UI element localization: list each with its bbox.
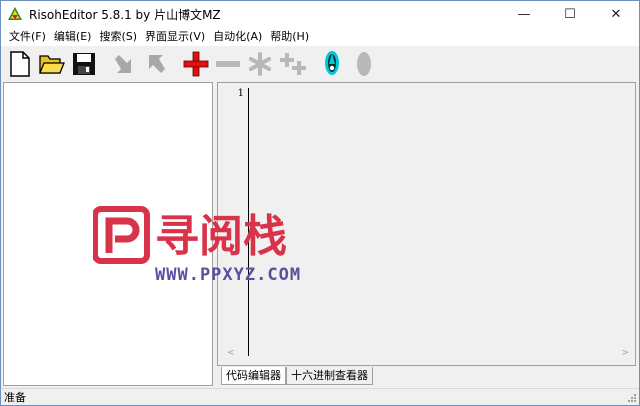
cancel-ellipse-icon (357, 51, 371, 76)
delete-minus-icon (216, 60, 240, 67)
scroll-left-icon[interactable]: < (227, 348, 235, 358)
title-bar[interactable]: RisohEditor 5.8.1 by 片山博文MZ — ☐ ✕ (1, 1, 639, 27)
edit-resource-button[interactable] (245, 49, 275, 79)
watermark-logo-icon: 寻阅栈 (92, 206, 287, 264)
status-text: 准备 (4, 391, 26, 404)
resize-grip-icon[interactable] (627, 393, 637, 403)
cross-plus-icon (280, 52, 306, 75)
window-title: RisohEditor 5.8.1 by 片山博文MZ (29, 7, 221, 22)
menu-search[interactable]: 搜索(S) (95, 27, 141, 46)
horizontal-scrollbar[interactable]: < > (223, 348, 631, 362)
menu-help[interactable]: 帮助(H) (266, 27, 313, 46)
compile-rocket-icon (325, 50, 339, 75)
save-disk-icon (73, 52, 95, 75)
watermark-logo: 寻阅栈 WWW.PPXYZ.COM (92, 205, 333, 291)
menu-automation[interactable]: 自动化(A) (209, 27, 266, 46)
close-button[interactable]: ✕ (593, 1, 639, 27)
open-folder-icon (39, 54, 65, 74)
tab-hex-viewer[interactable]: 十六进制查看器 (286, 367, 373, 385)
cancel-compile-button[interactable] (349, 49, 379, 79)
compile-button[interactable] (317, 49, 347, 79)
watermark-text: 寻阅栈 (155, 211, 287, 262)
export-button[interactable] (141, 49, 171, 79)
save-button[interactable] (69, 49, 99, 79)
app-logo-icon (8, 7, 22, 20)
maximize-button[interactable]: ☐ (547, 1, 593, 27)
menu-edit[interactable]: 编辑(E) (50, 27, 96, 46)
clone-resource-button[interactable] (277, 49, 307, 79)
add-plus-icon (183, 51, 209, 76)
new-file-button[interactable] (5, 49, 35, 79)
minimize-button[interactable]: — (501, 1, 547, 27)
delete-resource-button[interactable] (213, 49, 243, 79)
toolbar (1, 46, 639, 81)
new-file-icon (10, 50, 30, 77)
menu-view[interactable]: 界面显示(V) (141, 27, 209, 46)
import-button[interactable] (109, 49, 139, 79)
app-window: RisohEditor 5.8.1 by 片山博文MZ — ☐ ✕ 文件(F) … (0, 0, 640, 406)
status-bar: 准备 (1, 388, 639, 405)
export-arrow-icon (149, 54, 165, 73)
tab-code-editor[interactable]: 代码编辑器 (221, 367, 286, 385)
line-number: 1 (237, 88, 244, 99)
open-button[interactable] (37, 49, 67, 79)
watermark-url: WWW.PPXYZ.COM (155, 265, 302, 285)
editor-tabs: 代码编辑器 十六进制查看器 (221, 367, 373, 385)
add-resource-button[interactable] (181, 49, 211, 79)
menu-file[interactable]: 文件(F) (5, 27, 50, 46)
asterisk-icon (249, 51, 271, 76)
import-arrow-icon (115, 54, 131, 73)
menu-bar: 文件(F) 编辑(E) 搜索(S) 界面显示(V) 自动化(A) 帮助(H) (1, 27, 639, 46)
scroll-right-icon[interactable]: > (621, 348, 629, 358)
